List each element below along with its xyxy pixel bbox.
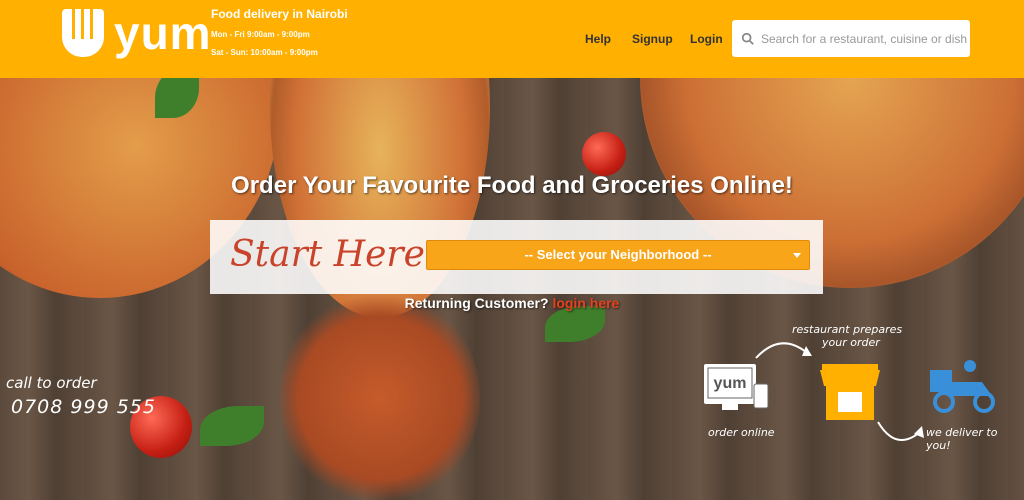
neighborhood-select[interactable]: -- Select your Neighborhood -- (426, 240, 810, 270)
step-order-online: order online (708, 426, 775, 439)
returning-customer-text: Returning Customer? (404, 295, 549, 311)
start-panel: Start Here -- Select your Neighborhood -… (210, 220, 823, 294)
basil-leaf-image (545, 306, 605, 342)
monitor-logo-text: yum (714, 375, 747, 392)
hero-section: Order Your Favourite Food and Groceries … (0, 78, 1024, 500)
step-prepare-line1: restaurant prepares (792, 323, 903, 336)
phone-number[interactable]: 0708 999 555 (6, 396, 156, 418)
tagline-title: Food delivery in Nairobi (211, 7, 348, 21)
returning-customer: Returning Customer? login here (0, 295, 1024, 311)
search-icon (741, 32, 754, 45)
start-here-label: Start Here (230, 234, 425, 275)
search-input[interactable] (760, 31, 970, 46)
store-icon (820, 364, 880, 420)
top-header: yum Food delivery in Nairobi Mon - Fri 9… (0, 0, 1024, 78)
nav-signup-link[interactable]: Signup (632, 32, 673, 46)
nav-login-link[interactable]: Login (690, 32, 723, 46)
computer-icon: yum (704, 364, 769, 410)
pizza-image (280, 288, 480, 500)
step-deliver: we deliver to you! (926, 426, 998, 452)
tagline-hours-weekday: Mon - Fri 9:00am - 9:00pm (211, 30, 310, 39)
neighborhood-select-value: -- Select your Neighborhood -- (524, 247, 712, 262)
fork-logo-icon (62, 9, 104, 57)
tomato-image (582, 132, 626, 176)
logo-text: yum (114, 7, 212, 59)
delivery-scooter-icon (930, 360, 995, 413)
call-to-order: call to order 0708 999 555 (6, 374, 156, 418)
search-box[interactable] (732, 20, 970, 57)
step-prepare-line2: your order (822, 336, 880, 349)
basil-leaf-image (200, 406, 264, 446)
hero-headline: Order Your Favourite Food and Groceries … (231, 172, 793, 199)
chevron-down-icon (793, 253, 801, 258)
login-here-link[interactable]: login here (552, 295, 619, 311)
arrow-icon (877, 421, 921, 441)
call-label: call to order (6, 374, 97, 392)
tagline: Food delivery in Nairobi Mon - Fri 9:00a… (211, 7, 348, 57)
nav-help-link[interactable]: Help (585, 32, 611, 46)
arrow-icon (755, 342, 807, 359)
logo[interactable]: yum (62, 9, 212, 57)
tagline-hours-weekend: Sat - Sun: 10:00am - 9:00pm (211, 48, 318, 57)
